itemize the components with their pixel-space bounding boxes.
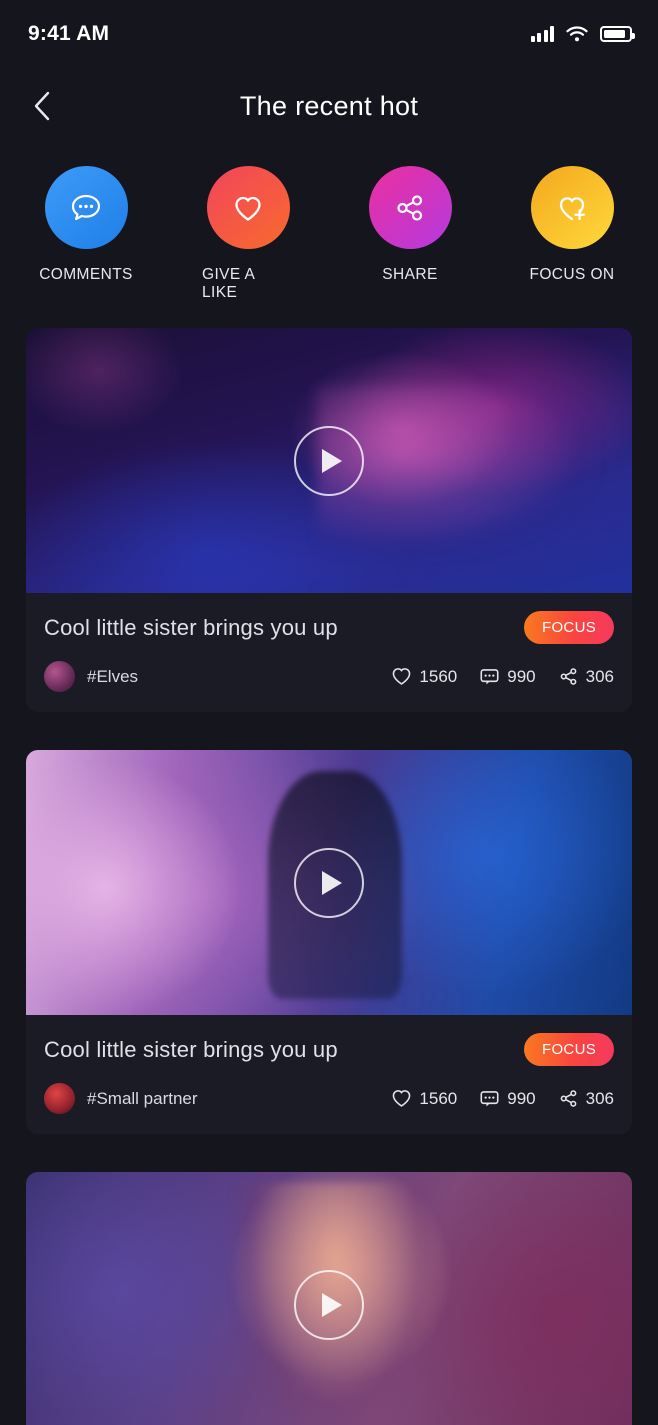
- video-thumbnail[interactable]: [26, 750, 632, 1015]
- action-focus-label: FOCUS ON: [529, 266, 615, 283]
- video-card-header: Cool little sister brings you up FOCUS: [44, 611, 614, 644]
- avatar: [44, 1083, 75, 1114]
- heart-outline-icon: [391, 666, 412, 687]
- status-bar-icons: [530, 26, 635, 42]
- play-icon: [321, 1292, 342, 1317]
- video-title: Cool little sister brings you up: [44, 1036, 338, 1062]
- video-thumbnail[interactable]: [26, 328, 632, 593]
- share-nodes-icon: [390, 188, 430, 228]
- action-share[interactable]: SHARE: [364, 166, 456, 302]
- share-count[interactable]: 306: [558, 666, 614, 687]
- focus-badge[interactable]: FOCUS: [524, 611, 614, 644]
- play-icon: [321, 870, 342, 895]
- comment-count[interactable]: 990: [479, 666, 536, 687]
- play-button[interactable]: [294, 1269, 364, 1340]
- status-bar: 9:41 AM: [0, 0, 658, 68]
- action-share-label: SHARE: [382, 266, 438, 283]
- video-card[interactable]: Cool little sister brings you up FOCUS #…: [26, 328, 632, 712]
- like-count[interactable]: 1560: [391, 666, 457, 687]
- heart-outline-icon: [228, 188, 268, 228]
- avatar: [44, 661, 75, 692]
- comment-count-value: 990: [507, 666, 536, 686]
- share-nodes-icon: [558, 1088, 579, 1109]
- video-stats: 1560 990 306: [391, 1088, 614, 1109]
- play-button[interactable]: [294, 425, 364, 496]
- heart-plus-icon: [552, 188, 592, 228]
- video-card-footer: #Small partner 1560 990 306: [44, 1083, 614, 1114]
- status-bar-clock: 9:41 AM: [28, 22, 110, 45]
- action-shortcuts: COMMENTS GIVE A LIKE SHARE FOCUS ON: [0, 144, 658, 302]
- battery-icon: [600, 26, 635, 42]
- action-comments-label: COMMENTS: [39, 266, 133, 283]
- play-button[interactable]: [294, 847, 364, 918]
- video-author[interactable]: #Elves: [44, 661, 138, 692]
- focus-circle[interactable]: [530, 166, 614, 249]
- comments-circle[interactable]: [44, 166, 128, 249]
- author-name: #Elves: [87, 666, 139, 686]
- page-title: The recent hot: [239, 90, 419, 121]
- action-give-a-like[interactable]: GIVE A LIKE: [202, 166, 294, 302]
- share-count-value: 306: [585, 1088, 614, 1108]
- comment-bubble-icon: [479, 666, 500, 687]
- author-name: #Small partner: [87, 1088, 198, 1108]
- like-count-value: 1560: [419, 666, 458, 686]
- video-stats: 1560 990 306: [391, 666, 614, 687]
- action-focus-on[interactable]: FOCUS ON: [526, 166, 618, 302]
- video-card-header: Cool little sister brings you up FOCUS: [44, 1033, 614, 1066]
- video-card-body: Cool little sister brings you up FOCUS #…: [26, 593, 632, 712]
- video-card-body: Cool little sister brings you up FOCUS #…: [26, 1015, 632, 1134]
- video-card[interactable]: Cool little sister brings you up FOCUS #…: [26, 750, 632, 1134]
- signal-icon: [530, 26, 554, 42]
- share-count[interactable]: 306: [558, 1088, 614, 1109]
- play-icon: [321, 448, 342, 473]
- back-button[interactable]: [22, 86, 62, 126]
- share-count-value: 306: [585, 666, 614, 686]
- chevron-left-icon: [33, 91, 51, 121]
- action-like-label: GIVE A LIKE: [202, 266, 255, 301]
- comment-count-value: 990: [507, 1088, 536, 1108]
- video-card-footer: #Elves 1560 990 306: [44, 661, 614, 692]
- comment-bubble-icon: [479, 1088, 500, 1109]
- video-feed: Cool little sister brings you up FOCUS #…: [0, 302, 658, 1425]
- video-thumbnail[interactable]: [26, 1172, 632, 1425]
- like-circle[interactable]: [206, 166, 290, 249]
- video-card[interactable]: [26, 1172, 632, 1425]
- share-nodes-icon: [558, 666, 579, 687]
- video-title: Cool little sister brings you up: [44, 614, 338, 640]
- comment-count[interactable]: 990: [479, 1088, 536, 1109]
- like-count[interactable]: 1560: [391, 1088, 457, 1109]
- action-comments[interactable]: COMMENTS: [39, 166, 133, 302]
- like-count-value: 1560: [419, 1088, 458, 1108]
- nav-bar: The recent hot: [0, 68, 658, 144]
- wifi-icon: [566, 26, 588, 42]
- share-circle[interactable]: [368, 166, 452, 249]
- heart-outline-icon: [391, 1088, 412, 1109]
- video-author[interactable]: #Small partner: [44, 1083, 198, 1114]
- comment-bubble-icon: [66, 188, 106, 228]
- focus-badge[interactable]: FOCUS: [524, 1033, 614, 1066]
